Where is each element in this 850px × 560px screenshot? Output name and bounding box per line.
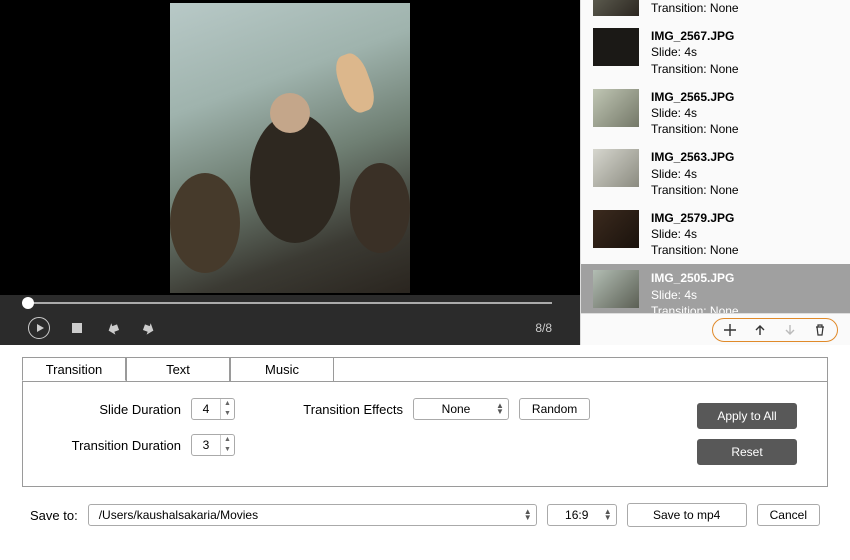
slide-meta: IMG_2579.JPG Slide: 4s Transition: None <box>651 210 739 259</box>
play-button[interactable] <box>28 317 50 339</box>
slide-list-pane: Transition: None IMG_2567.JPG Slide: 4s … <box>580 0 850 345</box>
tab-transition[interactable]: Transition <box>22 357 126 381</box>
slide-thumbnail <box>593 149 639 187</box>
stop-button[interactable] <box>68 319 86 337</box>
slide-counter: 8/8 <box>535 321 552 335</box>
slide-duration: Slide: 4s <box>651 287 739 303</box>
aspect-ratio-select[interactable]: 16:9 ▲▼ <box>547 504 617 526</box>
aspect-ratio-value: 16:9 <box>558 508 596 522</box>
slide-meta: IMG_2505.JPG Slide: 4s Transition: None <box>651 270 739 313</box>
slide-filename: IMG_2565.JPG <box>651 89 739 105</box>
slide-item[interactable]: IMG_2563.JPG Slide: 4s Transition: None <box>581 143 850 204</box>
slide-thumbnail <box>593 28 639 66</box>
slide-toolbar <box>581 313 850 345</box>
slide-duration-input[interactable] <box>192 402 220 416</box>
tab-text[interactable]: Text <box>126 357 230 381</box>
slide-item[interactable]: IMG_2505.JPG Slide: 4s Transition: None <box>581 264 850 313</box>
slide-filename: IMG_2579.JPG <box>651 210 739 226</box>
save-path-value: /Users/kaushalsakaria/Movies <box>99 508 516 522</box>
add-slide-button[interactable] <box>721 321 739 339</box>
step-down-icon[interactable]: ▼ <box>221 445 234 455</box>
slide-duration: Slide: 4s <box>651 44 739 60</box>
step-up-icon[interactable]: ▲ <box>221 435 234 445</box>
transition-effects-value: None <box>424 402 488 416</box>
slide-transition: Transition: None <box>651 121 739 137</box>
slide-duration: Slide: 4s <box>651 226 739 242</box>
slide-thumbnail <box>593 89 639 127</box>
slide-thumbnail <box>593 270 639 308</box>
save-to-label: Save to: <box>30 508 78 523</box>
save-path-select[interactable]: /Users/kaushalsakaria/Movies ▲▼ <box>88 504 537 526</box>
rotate-cw-button[interactable] <box>140 319 158 337</box>
slide-duration-label: Slide Duration <box>53 402 181 417</box>
slide-thumbnail <box>593 0 639 16</box>
slide-duration: Slide: 4s <box>651 166 739 182</box>
transition-effects-select[interactable]: None ▲▼ <box>413 398 509 420</box>
slide-item[interactable]: IMG_2579.JPG Slide: 4s Transition: None <box>581 204 850 265</box>
slide-meta: Transition: None <box>651 0 739 16</box>
preview-controls: 8/8 <box>0 295 580 345</box>
cancel-button[interactable]: Cancel <box>757 504 820 526</box>
slide-filename: IMG_2567.JPG <box>651 28 739 44</box>
chevron-updown-icon: ▲▼ <box>524 509 532 521</box>
chevron-updown-icon: ▲▼ <box>496 403 504 415</box>
slide-meta: IMG_2563.JPG Slide: 4s Transition: None <box>651 149 739 198</box>
seek-bar[interactable] <box>28 302 552 304</box>
transition-duration-input[interactable] <box>192 438 220 452</box>
save-to-mp4-button[interactable]: Save to mp4 <box>627 503 747 527</box>
step-up-icon[interactable]: ▲ <box>221 399 234 409</box>
slide-item[interactable]: IMG_2565.JPG Slide: 4s Transition: None <box>581 83 850 144</box>
slide-meta: IMG_2567.JPG Slide: 4s Transition: None <box>651 28 739 77</box>
slide-list[interactable]: Transition: None IMG_2567.JPG Slide: 4s … <box>581 0 850 313</box>
transition-effects-label: Transition Effects <box>285 402 403 417</box>
preview-viewport <box>0 0 580 295</box>
slide-transition: Transition: None <box>651 0 739 16</box>
save-row: Save to: /Users/kaushalsakaria/Movies ▲▼… <box>0 491 850 541</box>
seek-thumb[interactable] <box>22 297 34 309</box>
slide-duration: Slide: 4s <box>651 105 739 121</box>
preview-image <box>170 3 410 293</box>
slide-transition: Transition: None <box>651 61 739 77</box>
preview-pane: 8/8 <box>0 0 580 345</box>
random-button[interactable]: Random <box>519 398 590 420</box>
slide-thumbnail <box>593 210 639 248</box>
step-down-icon[interactable]: ▼ <box>221 409 234 419</box>
delete-slide-button[interactable] <box>811 321 829 339</box>
slide-transition: Transition: None <box>651 182 739 198</box>
slide-filename: IMG_2563.JPG <box>651 149 739 165</box>
slide-meta: IMG_2565.JPG Slide: 4s Transition: None <box>651 89 739 138</box>
settings-panel: Transition Text Music Slide Duration ▲▼ … <box>22 357 828 487</box>
slide-transition: Transition: None <box>651 242 739 258</box>
slide-transition: Transition: None <box>651 303 739 313</box>
reset-button[interactable]: Reset <box>697 439 797 465</box>
move-down-button <box>781 321 799 339</box>
slide-filename: IMG_2505.JPG <box>651 270 739 286</box>
rotate-ccw-button[interactable] <box>104 319 122 337</box>
apply-all-button[interactable]: Apply to All <box>697 403 797 429</box>
transition-duration-label: Transition Duration <box>53 438 181 453</box>
move-up-button[interactable] <box>751 321 769 339</box>
transition-duration-stepper[interactable]: ▲▼ <box>191 434 235 456</box>
chevron-updown-icon: ▲▼ <box>604 509 612 521</box>
slide-duration-stepper[interactable]: ▲▼ <box>191 398 235 420</box>
slide-item[interactable]: IMG_2567.JPG Slide: 4s Transition: None <box>581 22 850 83</box>
slide-item[interactable]: Transition: None <box>581 0 850 22</box>
tab-music[interactable]: Music <box>230 357 334 381</box>
